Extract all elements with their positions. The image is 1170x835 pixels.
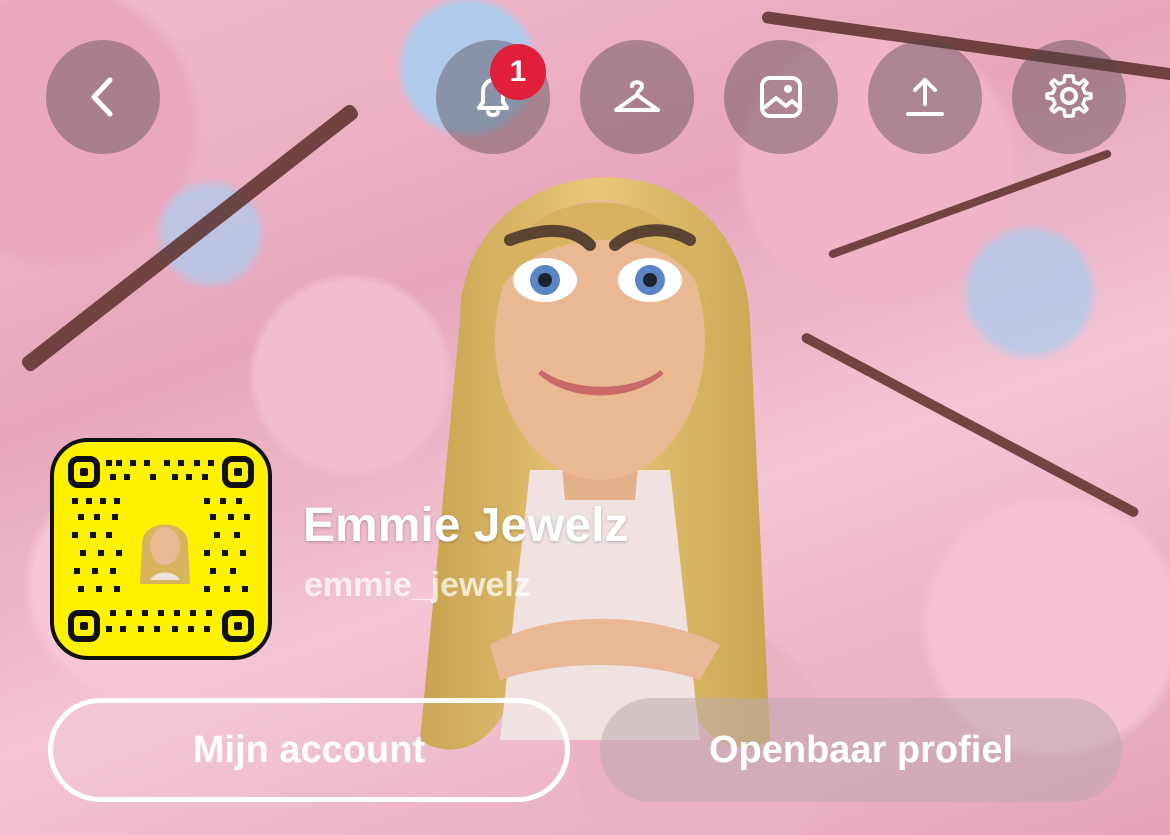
share-button[interactable] bbox=[868, 40, 982, 154]
snapcode-avatar bbox=[136, 514, 194, 586]
hanger-icon bbox=[614, 80, 660, 112]
profile-screen: 1 Emmie Jewelz emmie_jewelz Mijn account… bbox=[0, 0, 1170, 835]
snapcode[interactable] bbox=[50, 438, 272, 660]
chevron-left-icon bbox=[91, 77, 113, 117]
wardrobe-button[interactable] bbox=[580, 40, 694, 154]
public-profile-label: Openbaar profiel bbox=[708, 728, 1014, 771]
branch bbox=[827, 148, 1113, 260]
background-image-button[interactable] bbox=[724, 40, 838, 154]
my-account-label: Mijn account bbox=[192, 728, 426, 771]
my-account-button[interactable]: Mijn account bbox=[48, 698, 570, 802]
back-button[interactable] bbox=[46, 40, 160, 154]
username: emmie_jewelz bbox=[304, 566, 531, 604]
gear-icon bbox=[1045, 74, 1093, 118]
public-profile-button[interactable]: Openbaar profiel bbox=[600, 698, 1122, 802]
image-icon bbox=[760, 76, 802, 118]
settings-button[interactable] bbox=[1012, 40, 1126, 154]
display-name: Emmie Jewelz bbox=[303, 499, 629, 552]
upload-icon bbox=[906, 78, 944, 116]
notification-badge: 1 bbox=[490, 44, 546, 100]
branch bbox=[799, 331, 1141, 519]
